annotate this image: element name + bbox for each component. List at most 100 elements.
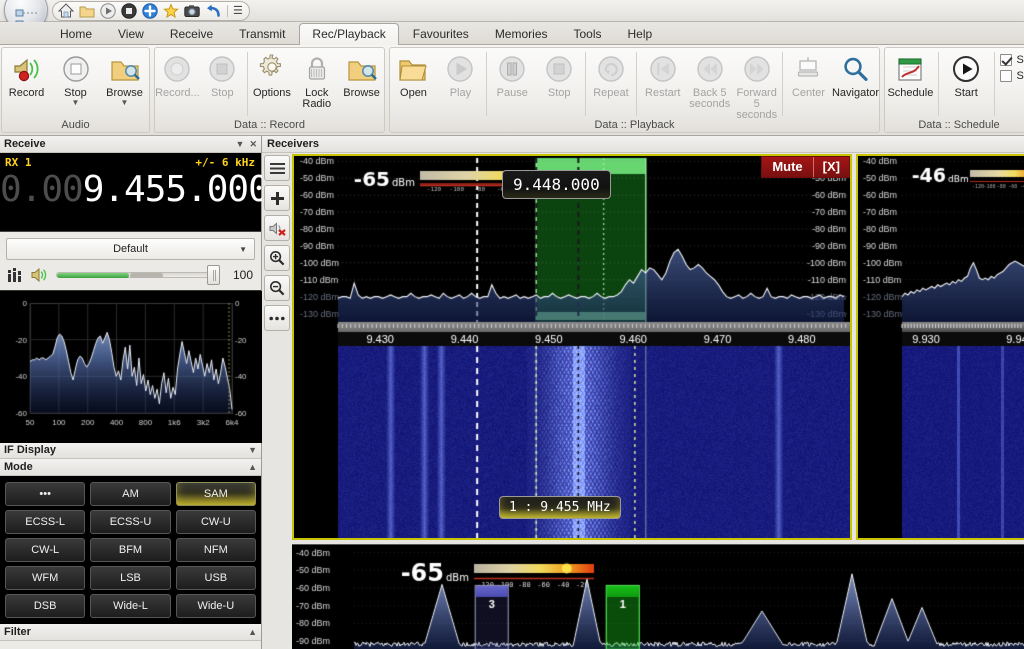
profile-select[interactable]: Default ▼ <box>6 238 255 260</box>
checkbox-sh[interactable]: Sh <box>1000 54 1024 66</box>
folder-icon[interactable] <box>78 2 96 20</box>
filter-header[interactable]: Filter ▲ <box>0 624 261 641</box>
ribbon-button-lock-radio[interactable]: Lock Radio <box>294 50 339 110</box>
receivers-area: Receivers <box>262 136 1024 649</box>
mode-button-sam[interactable]: SAM <box>176 482 256 506</box>
ribbon-button-browse[interactable]: Browse <box>339 50 384 99</box>
home-icon[interactable] <box>57 2 75 20</box>
zoom-in-icon[interactable] <box>264 245 290 271</box>
receiver-mute-bar: Mute [X] <box>761 156 850 178</box>
chevron-down-icon[interactable]: ▼ <box>72 99 80 106</box>
filter-collapse-icon[interactable]: ▲ <box>248 627 257 637</box>
mode-button-wide-l[interactable]: Wide-L <box>90 594 170 618</box>
volume-row: 100 <box>0 260 261 290</box>
mode-button-lsb[interactable]: LSB <box>90 566 170 590</box>
wideband-spectrum-canvas[interactable] <box>292 545 1024 649</box>
panel-close-icon[interactable]: ✕ <box>249 139 257 150</box>
qat-overflow-icon[interactable]: ☰ <box>233 6 243 16</box>
ribbon-button-label: Back 5 seconds <box>689 88 730 110</box>
ribbon-tab-receive[interactable]: Receive <box>158 23 225 45</box>
record-stop-icon[interactable] <box>120 2 138 20</box>
wideband-spectrum-panel[interactable] <box>292 544 1024 649</box>
ribbon-button-label: Play <box>450 88 471 99</box>
menu-icon[interactable] <box>264 155 290 181</box>
ribbon-button-open[interactable]: Open <box>390 50 437 99</box>
frequency-display[interactable]: RX 1 +/- 6 kHz 0.009.455.000 <box>0 153 261 232</box>
calendar-icon <box>894 53 926 85</box>
mode-title: Mode <box>4 461 33 473</box>
ribbon-button-browse[interactable]: Browse▼ <box>100 50 149 106</box>
mute-button[interactable]: Mute <box>762 157 812 177</box>
checkbox-box[interactable] <box>1000 70 1012 82</box>
mode-button-cw-l[interactable]: CW-L <box>5 538 85 562</box>
mode-button-nfm[interactable]: NFM <box>176 538 256 562</box>
ribbon-button-record[interactable]: Record <box>2 50 51 99</box>
ribbon-tab-tools[interactable]: Tools <box>562 23 614 45</box>
add-icon[interactable] <box>141 2 159 20</box>
chevron-down-icon[interactable]: ▼ <box>121 99 129 106</box>
zoom-out-icon[interactable] <box>264 275 290 301</box>
ribbon-tab-help[interactable]: Help <box>616 23 665 45</box>
mode-header[interactable]: Mode ▲ <box>0 459 261 476</box>
more-options-icon[interactable] <box>264 305 290 331</box>
mode-button-usb[interactable]: USB <box>176 566 256 590</box>
mode-button-label: ECSS-U <box>110 516 152 528</box>
mode-button-wfm[interactable]: WFM <box>5 566 85 590</box>
ribbon-tab-rec-playback[interactable]: Rec/Playback <box>299 23 398 46</box>
if-display-collapse-icon[interactable]: ▼ <box>248 445 257 455</box>
ribbon-button-navigator[interactable]: Navigator <box>832 50 879 99</box>
undo-icon[interactable] <box>204 2 222 20</box>
mode-button-ecss-l[interactable]: ECSS-L <box>5 510 85 534</box>
mute-receiver-icon[interactable] <box>264 215 290 241</box>
play-icon[interactable] <box>99 2 117 20</box>
ribbon-tab-favourites[interactable]: Favourites <box>401 23 481 45</box>
rx1-spectrum-canvas[interactable] <box>294 156 850 538</box>
ribbon-tab-view[interactable]: View <box>106 23 156 45</box>
ribbon-group-data-record: Record...Stop Options Lock Radio BrowseD… <box>154 47 385 133</box>
mode-button-label: CW-L <box>31 544 59 556</box>
close-receiver-button[interactable]: [X] <box>813 157 849 177</box>
checkbox-box[interactable] <box>1000 54 1012 66</box>
pause-icon <box>496 53 528 85</box>
left-dock: Receive ▼ ✕ RX 1 +/- 6 kHz 0.009.455.000… <box>0 136 262 649</box>
rx2-spectrum-panel[interactable] <box>856 154 1024 540</box>
ribbon-button-label: Navigator <box>832 88 879 99</box>
ribbon-button-options[interactable]: Options <box>249 50 294 99</box>
ribbon-button-schedule[interactable]: Schedule <box>885 50 936 99</box>
mode-button-label: AM <box>122 488 139 500</box>
mode-button--[interactable]: ••• <box>5 482 85 506</box>
ribbon-tab-home[interactable]: Home <box>48 23 104 45</box>
mode-button-dsb[interactable]: DSB <box>5 594 85 618</box>
receiver-toolbar <box>264 155 292 335</box>
if-display-header[interactable]: IF Display ▼ <box>0 442 261 459</box>
ribbon-tab-transmit[interactable]: Transmit <box>227 23 297 45</box>
rx1-spectrum-panel[interactable]: Mute [X] 9.448.000 1 : 9.455 MHz <box>292 154 852 540</box>
add-receiver-icon[interactable] <box>264 185 290 211</box>
ribbon-button-start[interactable]: Start <box>941 50 992 99</box>
ribbon-separator <box>938 52 939 116</box>
favourite-star-icon[interactable] <box>162 2 180 20</box>
mode-button-am[interactable]: AM <box>90 482 170 506</box>
mode-button-bfm[interactable]: BFM <box>90 538 170 562</box>
mode-button-wide-u[interactable]: Wide-U <box>176 594 256 618</box>
mode-collapse-icon[interactable]: ▲ <box>248 462 257 472</box>
schedule-options: Sh Sta <box>996 50 1024 82</box>
mode-button-ecss-u[interactable]: ECSS-U <box>90 510 170 534</box>
ribbon-button-back-5-seconds: Back 5 seconds <box>686 50 733 110</box>
ribbon-tab-memories[interactable]: Memories <box>483 23 560 45</box>
panel-collapse-icon[interactable]: ▼ <box>236 139 245 149</box>
ribbon-button-label: Pause <box>497 88 528 99</box>
volume-slider[interactable] <box>56 264 220 286</box>
rx2-spectrum-canvas[interactable] <box>858 156 1024 538</box>
ribbon-button-stop[interactable]: Stop▼ <box>51 50 100 106</box>
equalizer-icon[interactable] <box>8 268 24 282</box>
ribbon-button-label: Stop <box>548 88 571 99</box>
frequency-value[interactable]: 0.009.455.000 <box>0 169 261 210</box>
ribbon-button-label: Open <box>400 88 427 99</box>
camera-icon[interactable] <box>183 2 201 20</box>
checkbox-label: Sta <box>1016 70 1024 82</box>
speaker-icon[interactable] <box>31 267 49 283</box>
checkbox-sta[interactable]: Sta <box>1000 70 1024 82</box>
skip-back-icon <box>647 53 679 85</box>
mode-button-cw-u[interactable]: CW-U <box>176 510 256 534</box>
